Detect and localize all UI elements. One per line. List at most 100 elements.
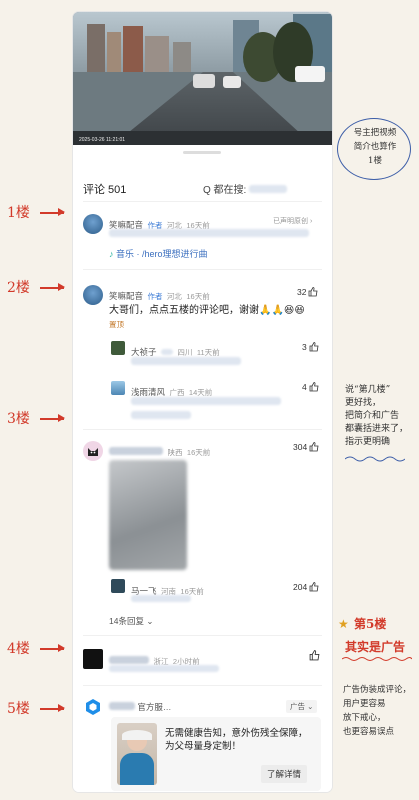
star-icon: ★ xyxy=(338,617,349,631)
like-count: 3 xyxy=(302,342,307,352)
floor-label-5: 5楼 xyxy=(7,701,30,717)
video-building xyxy=(107,32,121,72)
video-building xyxy=(87,24,105,72)
pinned-badge: 置顶 xyxy=(109,320,124,329)
divider xyxy=(83,269,322,270)
comment-text: 大哥们，点点五楼的评论吧，谢谢🙏🙏😆😆 xyxy=(109,305,305,316)
music-link[interactable]: ♪ 音乐 · /hero理想进行曲 xyxy=(109,247,208,260)
phone-screenshot: 2025-03-26 11:21:01 评论 501 Q 都在搜: 笑嘛配音 作… xyxy=(73,12,332,792)
side-note-line: 都囊括进来了， xyxy=(345,424,409,434)
blurred-text xyxy=(131,397,281,405)
learn-more-button[interactable]: 了解详情 xyxy=(261,765,308,783)
video-timestamp: 2025-03-26 11:21:01 xyxy=(79,137,126,143)
avatar[interactable] xyxy=(111,579,125,593)
video-building xyxy=(123,26,143,72)
squiggle-underline xyxy=(345,456,405,462)
avatar[interactable] xyxy=(111,381,125,395)
squiggle-underline xyxy=(342,657,412,661)
floor-label-3: 3楼 xyxy=(7,411,30,427)
blurred-brand xyxy=(109,702,135,710)
video-car xyxy=(223,76,241,88)
ad-note-line: 也更容易误点 xyxy=(343,727,395,737)
arrow-3 xyxy=(40,415,65,421)
person-hair xyxy=(122,730,152,740)
music-label: 音乐 · /hero理想进行曲 xyxy=(116,249,208,259)
like-button[interactable]: 4 xyxy=(302,382,319,392)
thumb-up-icon xyxy=(309,382,319,392)
thumb-up-icon[interactable] xyxy=(309,650,320,661)
video-player[interactable]: 2025-03-26 11:21:01 xyxy=(73,12,332,145)
blurred-username[interactable] xyxy=(109,656,149,664)
time: 16天前 xyxy=(186,448,211,457)
like-count: 204 xyxy=(293,582,308,592)
thumb-up-icon xyxy=(309,342,319,352)
person-body xyxy=(120,753,154,785)
video-car xyxy=(193,74,215,88)
ad-note-line: 广告伪装成评论， xyxy=(343,685,412,695)
like-button[interactable]: 32 xyxy=(297,287,318,297)
ad-note: 广告伪装成评论， 用户更容易 放下戒心， 也更容易误点 xyxy=(343,683,417,739)
floor5-subtitle: 其实是广告 xyxy=(345,640,406,654)
cat-icon xyxy=(88,448,98,456)
arrow-4 xyxy=(40,645,65,651)
video-car xyxy=(295,66,325,82)
ad-tag[interactable]: 广告 ⌄ xyxy=(286,700,318,713)
bubble-line: 简介也算作 xyxy=(353,142,397,152)
side-note-line: 更好找， xyxy=(345,398,382,408)
blurred-username[interactable] xyxy=(109,447,163,455)
blurred-text xyxy=(131,357,241,365)
video-building xyxy=(173,42,191,72)
arrow-5 xyxy=(40,705,65,711)
divider xyxy=(83,429,322,430)
like-count: 4 xyxy=(302,382,307,392)
comment3-header: 陕西 16天前 xyxy=(109,442,210,460)
location: 四川 xyxy=(177,348,193,357)
avatar[interactable] xyxy=(83,285,103,305)
arrow-1 xyxy=(40,209,65,215)
blurred-text xyxy=(109,665,219,672)
username[interactable]: 浅雨清风 xyxy=(131,387,165,397)
time: 16天前 xyxy=(186,292,210,301)
brand-logo-icon[interactable] xyxy=(83,697,103,717)
ad-header: 官方服… xyxy=(109,701,171,713)
like-button[interactable]: 204 xyxy=(293,582,319,592)
floor-label-1: 1楼 xyxy=(7,205,30,221)
ad-note-line: 放下戒心， xyxy=(343,713,386,723)
location: 河北 xyxy=(166,292,182,301)
like-count: 304 xyxy=(293,442,308,452)
comments-count-title: 评论 501 xyxy=(83,184,127,196)
username[interactable]: 笑嘛配音 xyxy=(109,291,143,301)
username[interactable]: 大祯子 xyxy=(131,347,157,357)
time: 14天前 xyxy=(188,388,213,397)
ad-brand-name[interactable]: 官方服… xyxy=(137,702,171,712)
divider xyxy=(83,685,322,686)
like-button[interactable]: 3 xyxy=(302,342,319,352)
original-declaration[interactable]: 已声明原创 › xyxy=(273,216,312,226)
blurred-text xyxy=(131,411,191,419)
side-note-line: 说“第几楼” xyxy=(345,385,391,395)
like-button[interactable]: 304 xyxy=(293,442,319,452)
more-replies-link[interactable]: 14条回复 ⌄ xyxy=(109,615,153,627)
avatar[interactable] xyxy=(111,341,125,355)
ad-text: 无需健康告知，意外伤残全保障，为父母量身定制！ xyxy=(165,728,308,752)
search-suggest[interactable]: Q 都在搜: xyxy=(203,181,288,196)
drag-handle[interactable] xyxy=(183,151,221,154)
thumb-up-icon xyxy=(309,442,319,452)
divider xyxy=(83,635,322,636)
comment-image[interactable] xyxy=(109,460,187,570)
comments-sheet: 评论 501 Q 都在搜: 笑嘛配音 作者 河北 16天前 已声明原创 › ♪ … xyxy=(73,145,332,792)
like-count: 32 xyxy=(297,287,307,297)
blurred-text xyxy=(160,349,173,355)
bubble-line: 1楼 xyxy=(368,156,382,166)
author-badge: 作者 xyxy=(147,292,163,301)
side-note-line: 把简介和广告 xyxy=(345,411,400,421)
thumb-up-icon xyxy=(309,287,318,297)
avatar[interactable] xyxy=(83,441,103,461)
side-note: 说“第几楼” 更好找， 把简介和广告 都囊括进来了， 指示更明确 xyxy=(345,384,417,449)
avatar[interactable] xyxy=(83,214,103,234)
ad-card[interactable]: 无需健康告知，意外伤残全保障，为父母量身定制！ 了解详情 xyxy=(111,717,321,791)
ad-note-line: 用户更容易 xyxy=(343,699,386,709)
side-note-line: 指示更明确 xyxy=(345,437,391,447)
search-suggest-label: Q 都在搜: xyxy=(203,185,247,196)
avatar[interactable] xyxy=(83,649,103,669)
